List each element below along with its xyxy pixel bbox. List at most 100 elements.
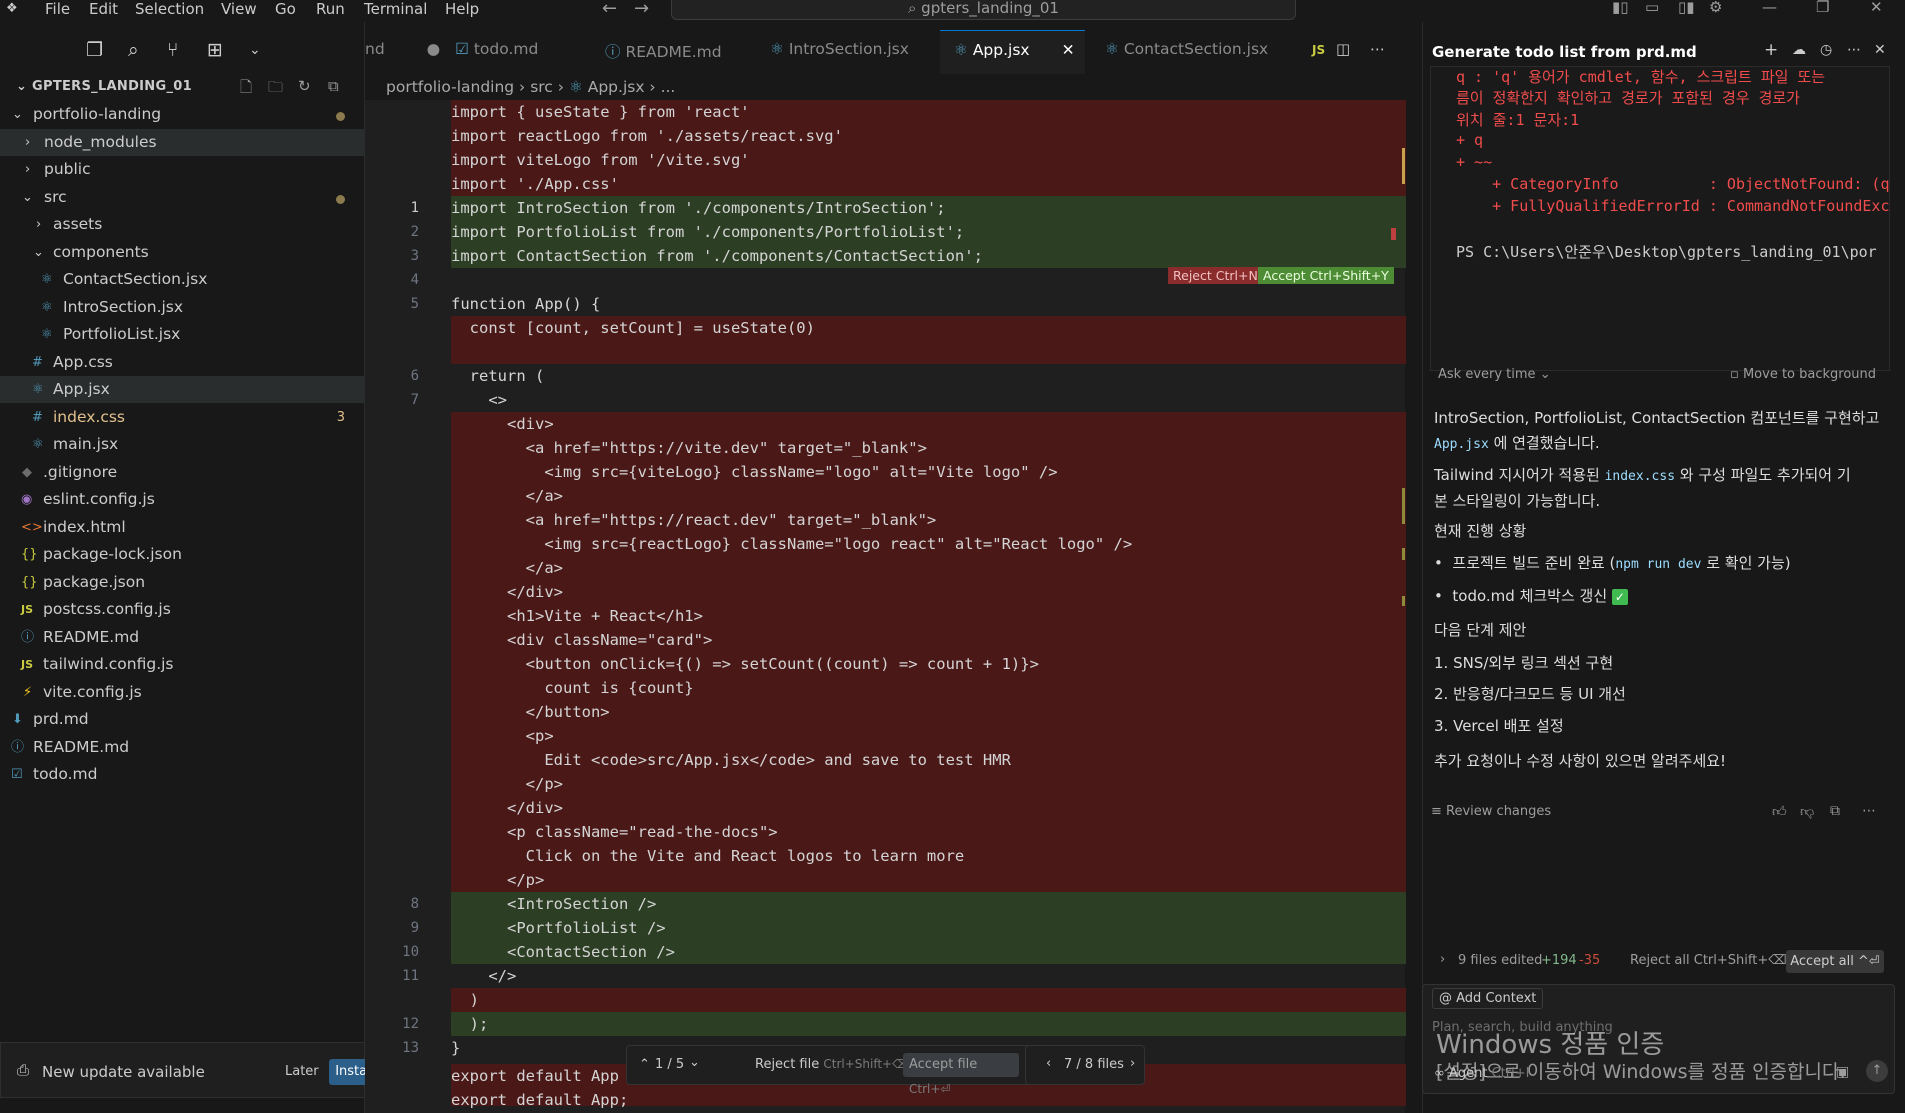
image-attach-icon[interactable]: ▣ <box>1836 1064 1849 1080</box>
more-actions-icon[interactable]: ⋯ <box>1862 803 1876 819</box>
menu-edit[interactable]: Edit <box>89 0 118 20</box>
search-view-icon[interactable]: ⌕ <box>128 39 139 61</box>
menu-selection[interactable]: Selection <box>135 0 204 20</box>
toggle-secondary-sidebar-icon[interactable]: ▯▮ <box>1678 0 1695 16</box>
accept-file-button[interactable]: Accept file Ctrl+⏎ <box>903 1053 1019 1096</box>
tree-file-portfoliolist[interactable]: ⚛ PortfolioList.jsx <box>0 321 365 348</box>
tree-file-app-jsx[interactable]: ⚛ App.jsx <box>0 376 365 403</box>
tree-file-gitignore[interactable]: ◆ .gitignore <box>0 459 365 486</box>
breadcrumb-item[interactable]: ... <box>661 78 676 96</box>
tree-file-todo[interactable]: ☑ todo.md <box>0 761 365 788</box>
settings-gear-icon[interactable]: ⚙ <box>1709 0 1722 16</box>
menu-file[interactable]: File <box>45 0 70 20</box>
tab-label: App.jsx <box>972 41 1030 59</box>
thumbs-down-icon[interactable]: 👎︎ <box>1800 803 1814 820</box>
restore-icon[interactable]: ❐ <box>1816 0 1829 16</box>
explorer-icon[interactable]: ❐ <box>86 39 103 61</box>
tree-file-package-lock[interactable]: {} package-lock.json <box>0 541 365 568</box>
breadcrumb-item[interactable]: App.jsx <box>588 78 645 96</box>
tree-file-tailwind[interactable]: JS tailwind.config.js <box>0 651 365 678</box>
tree-file-contactsection[interactable]: ⚛ ContactSection.jsx <box>0 266 365 293</box>
tab-contactsection[interactable]: ⚛ ContactSection.jsx <box>1105 40 1285 84</box>
tree-folder-node-modules[interactable]: › node_modules <box>0 129 365 156</box>
copy-icon[interactable]: ⧉ <box>1830 803 1840 819</box>
breadcrumb: portfolio-landing › src › ⚛ App.jsx › ..… <box>386 78 676 96</box>
back-arrow-icon[interactable]: ← <box>602 0 617 19</box>
menu-help[interactable]: Help <box>445 0 479 20</box>
new-folder-icon[interactable]: 🗀 <box>268 77 283 102</box>
tree-folder-portfolio-landing[interactable]: ⌄ portfolio-landing <box>0 101 365 128</box>
reject-all-button[interactable]: Reject all Ctrl+Shift+⌫ <box>1630 953 1787 968</box>
tree-folder-src[interactable]: ⌄ src <box>0 184 365 211</box>
prev-change-icon[interactable]: ⌃ <box>639 1057 650 1072</box>
tab-introsection[interactable]: ⚛ IntroSection.jsx <box>770 40 935 84</box>
cloud-icon[interactable]: ☁ <box>1792 42 1806 58</box>
chevron-down-icon: ⌄ <box>16 79 33 94</box>
menu-run[interactable]: Run <box>316 0 345 20</box>
tree-file-readme[interactable]: ⓘ README.md <box>0 624 365 651</box>
react-icon: ⚛ <box>32 382 44 397</box>
split-editor-icon[interactable]: ◫ <box>1336 40 1350 58</box>
tree-file-package-json[interactable]: {} package.json <box>0 569 365 596</box>
tree-file-vite-config[interactable]: ⚡ vite.config.js <box>0 679 365 706</box>
next-file-icon[interactable]: › <box>1130 1056 1135 1071</box>
run-mode-select[interactable]: Ask every time ⌄ <box>1438 367 1551 382</box>
tree-file-introsection[interactable]: ⚛ IntroSection.jsx <box>0 294 365 321</box>
later-button[interactable]: Later <box>285 1064 319 1079</box>
tab-label: todo.md <box>473 40 539 58</box>
tree-file-index-css[interactable]: # index.css 3 <box>0 404 365 431</box>
send-arrow-icon[interactable]: ↑ <box>1866 1060 1888 1082</box>
command-center[interactable]: ⌕ gpters_landing_01 <box>671 0 1296 20</box>
move-to-background-button[interactable]: ▫ Move to background <box>1730 367 1876 382</box>
tab-app-jsx[interactable]: ⚛ App.jsx ✕ <box>940 30 1085 74</box>
refresh-icon[interactable]: ↻ <box>298 77 311 95</box>
todo-checkbox-icon: ☑ <box>11 767 23 782</box>
menu-go[interactable]: Go <box>275 0 296 20</box>
js-icon[interactable]: JS <box>1312 43 1325 57</box>
tree-file-eslint[interactable]: ◉ eslint.config.js <box>0 486 365 513</box>
extensions-icon[interactable]: ⊞ <box>207 39 223 61</box>
close-panel-icon[interactable]: ✕ <box>1874 42 1886 58</box>
history-icon[interactable]: ◷ <box>1820 42 1832 58</box>
code-line-deleted: Edit <code>src/App.jsx</code> and save t… <box>451 748 1406 772</box>
accept-change-button[interactable]: Accept Ctrl+Shift+Y <box>1258 267 1394 284</box>
collapse-all-icon[interactable]: ⧉ <box>328 77 339 95</box>
chevron-down-icon[interactable]: ⌄ <box>249 42 261 58</box>
toggle-sidebar-icon[interactable]: ▮▯ <box>1612 0 1629 16</box>
next-change-icon[interactable]: ⌄ <box>689 1055 700 1070</box>
tree-folder-assets[interactable]: › assets <box>0 211 365 238</box>
agent-mode-select[interactable]: ∞ Agent Ctrl+I <box>1434 1066 1529 1081</box>
tree-folder-public[interactable]: › public <box>0 156 365 183</box>
toggle-panel-icon[interactable]: ▭ <box>1645 0 1659 16</box>
new-file-icon[interactable]: 🗋 <box>240 77 252 102</box>
minimize-icon[interactable]: — <box>1762 0 1777 16</box>
reject-file-button[interactable]: Reject file Ctrl+Shift+⌫ <box>755 1057 909 1072</box>
add-context-button[interactable]: @ Add Context <box>1432 988 1544 1009</box>
breadcrumb-item[interactable]: src <box>530 78 553 96</box>
breadcrumb-item[interactable]: portfolio-landing <box>386 78 514 96</box>
more-actions-icon[interactable]: ⋯ <box>1847 42 1861 58</box>
new-chat-icon[interactable]: + <box>1764 40 1778 60</box>
code-line-added: <ContactSection /> <box>451 940 1406 964</box>
close-window-icon[interactable]: ✕ <box>1870 0 1883 16</box>
review-changes-button[interactable]: ≡ Review changes <box>1431 804 1551 819</box>
source-control-icon[interactable]: ⑂ <box>167 39 178 61</box>
tree-file-prd[interactable]: ⬇ prd.md <box>0 706 365 733</box>
close-tab-icon[interactable]: ✕ <box>1062 41 1075 59</box>
tree-file-app-css[interactable]: # App.css <box>0 349 365 376</box>
more-actions-icon[interactable]: ⋯ <box>1370 40 1385 58</box>
tree-file-index-html[interactable]: <> index.html <box>0 514 365 541</box>
menu-terminal[interactable]: Terminal <box>364 0 427 20</box>
accept-all-button[interactable]: Accept all ^⏎ <box>1786 950 1884 973</box>
chevron-right-icon: › <box>36 217 42 232</box>
tree-file-postcss[interactable]: JS postcss.config.js <box>0 596 365 623</box>
thumbs-up-icon[interactable]: 👍︎ <box>1772 803 1787 820</box>
forward-arrow-icon[interactable]: → <box>634 0 649 19</box>
tree-file-root-readme[interactable]: ⓘ README.md <box>0 734 365 761</box>
prev-file-icon[interactable]: ‹ <box>1046 1056 1051 1071</box>
menu-view[interactable]: View <box>221 0 257 20</box>
chat-text: 프로젝트 빌드 준비 완료 ( <box>1452 554 1616 572</box>
reject-change-button[interactable]: Reject Ctrl+N <box>1168 267 1263 284</box>
tree-file-main-jsx[interactable]: ⚛ main.jsx <box>0 431 365 458</box>
tree-folder-components[interactable]: ⌄ components <box>0 239 365 266</box>
